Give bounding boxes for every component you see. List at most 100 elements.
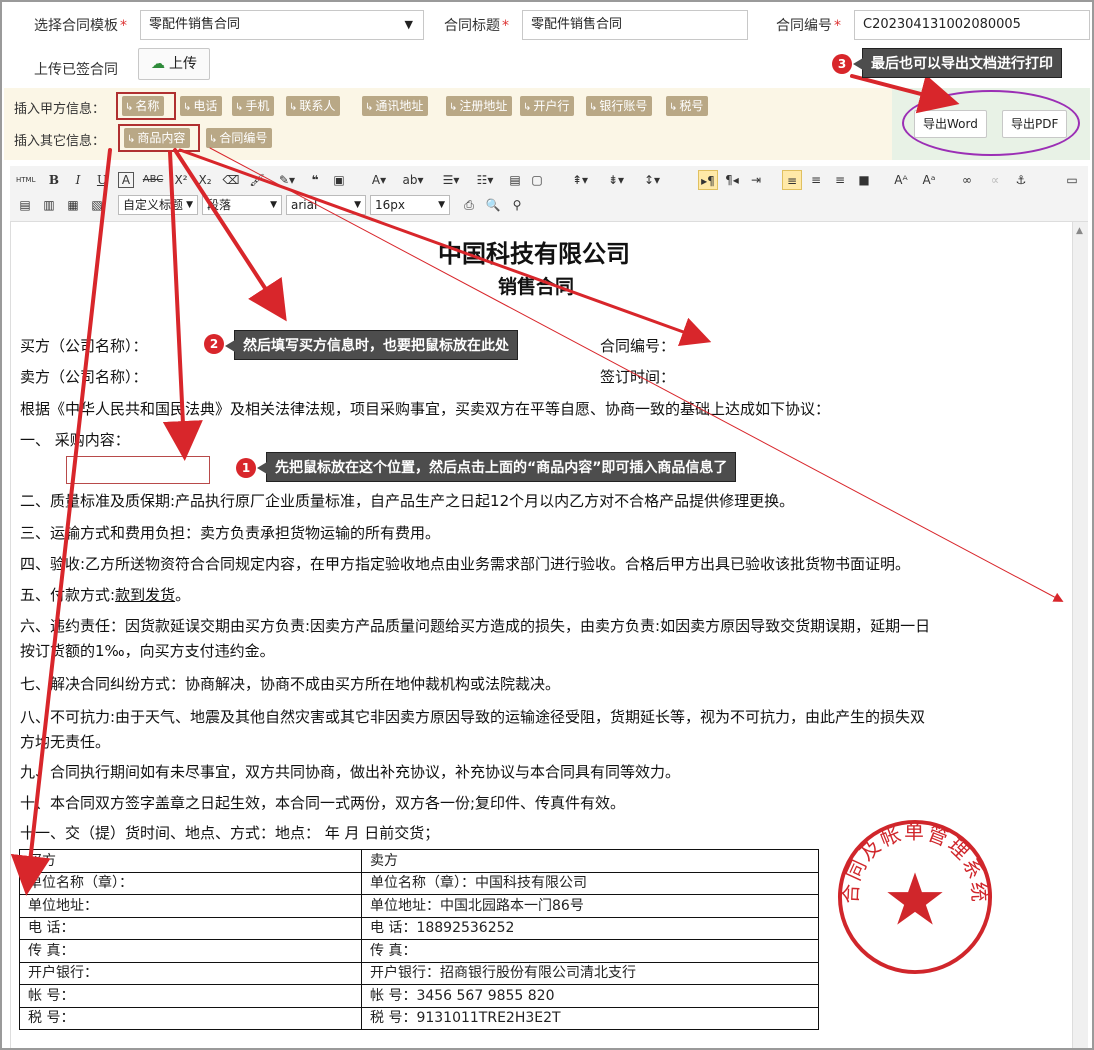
table-row: 传 真：传 真： (19, 939, 819, 963)
table-row: 开户银行： 开户银行：招商银行股份有限公司清北支行 (19, 961, 819, 985)
callout-1: 先把鼠标放在这个位置，然后点击上面的“商品内容”即可插入商品信息了 (256, 452, 737, 482)
bold-icon[interactable]: B (46, 170, 62, 190)
insert-other-tag-1[interactable]: ↳ 合同编号 (206, 128, 273, 148)
fullscreen-icon[interactable]: ▭ (1062, 170, 1082, 190)
editor-toolbar: HTML B I U A ABC X² X₂ ⌫ 🖌 ✎▾ ❝ ▣ A▾ ab▾… (10, 166, 1088, 222)
callout-3: 最后也可以导出文档进行打印 (853, 48, 1062, 78)
float-none-icon[interactable]: ▥ (40, 195, 58, 215)
clause-7: 七、解决合同纠纷方式：协商解决，协商不成由买方所在地仲裁机构或法院裁决。 (20, 675, 561, 693)
seller-cell: 卖方 (361, 849, 819, 873)
paragraph-spacing-bottom-icon[interactable]: ⇟▾ (602, 170, 630, 190)
tag-label: 合同编号 (219, 131, 268, 145)
clause-8-line-1: 八、不可抗力:由于天气、地震及其他自然灾害或其它非因卖方原因导致的运输途径受阻，… (20, 708, 926, 726)
font-color-icon[interactable]: A▾ (366, 170, 392, 190)
seller-label: 卖方（公司名称）： (20, 368, 148, 386)
rtl-icon[interactable]: ¶◂ (722, 170, 742, 190)
tag-label: 通讯地址 (375, 99, 424, 113)
format-painter-icon[interactable]: 🖌 (248, 170, 266, 190)
underline-icon[interactable]: U (94, 170, 110, 190)
goods-content-placeholder[interactable] (66, 456, 210, 484)
scrollbar[interactable]: ▲ (1072, 222, 1088, 1048)
link-icon[interactable]: ∞ (956, 170, 978, 190)
clause-9: 九、合同执行期间如有未尽事宜，双方共同协商，做出补充协议，补充协议与本合同具有同… (20, 763, 681, 781)
insert-party-a-tag-3[interactable]: ↳ 联系人 (286, 96, 341, 116)
table-row: 单位地址： 单位地址：中国北园路本一门86号 (19, 894, 819, 918)
auto-format-icon[interactable]: ✎▾ (274, 170, 300, 190)
preview-icon[interactable]: 🔍 (484, 195, 502, 215)
callout-2: 然后填写买方信息时，也要把鼠标放在此处 (225, 330, 518, 360)
contract-number-label: 合同编号： (600, 337, 676, 355)
print-icon[interactable]: ⎙ (460, 195, 478, 215)
table-row: 帐 号：帐 号：3456 567 9855 820 (19, 984, 819, 1008)
insert-party-a-tag-5[interactable]: ↳ 注册地址 (446, 96, 513, 116)
clause-4: 四、验收:乙方所送物资符合合同规定内容，在甲方指定验收地点由业务需求部门进行验收… (20, 555, 911, 573)
callout-1-badge: 1 (236, 458, 256, 478)
template-select[interactable]: 零配件销售合同 ▼ (140, 10, 424, 40)
insert-party-a-tag-6[interactable]: ↳ 开户行 (520, 96, 575, 116)
upload-button[interactable]: ☁ 上传 (138, 48, 210, 80)
insert-party-a-tag-7[interactable]: ↳ 银行账号 (586, 96, 653, 116)
ordered-list-icon[interactable]: ☰▾ (438, 170, 464, 190)
font-size-select[interactable]: 16px ▼ (370, 195, 450, 215)
align-right-icon[interactable]: ≡ (830, 170, 850, 190)
italic-icon[interactable]: I (70, 170, 86, 190)
indent-icon[interactable]: ⇥ (746, 170, 766, 190)
scroll-up-icon[interactable]: ▲ (1076, 226, 1083, 236)
chevron-down-icon: ▼ (404, 18, 413, 31)
align-center-icon[interactable]: ≡ (806, 170, 826, 190)
insert-party-a-tag-8[interactable]: ↳ 税号 (666, 96, 709, 116)
clause-3: 三、运输方式和费用负担：卖方负责承担货物运输的所有费用。 (20, 524, 441, 542)
seller-cell: 开户银行：招商银行股份有限公司清北支行 (361, 961, 819, 985)
find-replace-icon[interactable]: ⚲ (508, 195, 526, 215)
unordered-list-icon[interactable]: ☷▾ (472, 170, 498, 190)
clause-6-line-2: 按订货额的1‰，向买方支付违约金。 (20, 642, 275, 660)
paragraph-format-select[interactable]: 段落 ▼ (202, 195, 282, 215)
unlink-icon[interactable]: ∝ (984, 170, 1006, 190)
float-left-icon[interactable]: ▤ (16, 195, 34, 215)
title-input[interactable]: 零配件销售合同 (522, 10, 748, 40)
insert-arrow-icon: ↳ (209, 134, 218, 145)
subscript-icon[interactable]: X₂ (196, 170, 214, 190)
document-title: 销售合同 (498, 276, 575, 298)
uppercase-icon[interactable]: Aᴬ (890, 170, 912, 190)
select-all-icon[interactable]: ▤ (506, 170, 524, 190)
html-source-icon[interactable]: HTML (16, 170, 35, 190)
font-family-select[interactable]: arial ▼ (286, 195, 366, 215)
quote-icon[interactable]: ❝ (306, 170, 324, 190)
float-right-icon[interactable]: ▦ (64, 195, 82, 215)
custom-heading-select[interactable]: 自定义标题 ▼ (118, 195, 198, 215)
float-center-icon[interactable]: ▧ (88, 195, 106, 215)
paste-plain-icon[interactable]: ▣ (330, 170, 348, 190)
insert-party-a-tag-2[interactable]: ↳ 手机 (232, 96, 275, 116)
callout-2-badge: 2 (204, 334, 224, 354)
insert-party-a-tag-1[interactable]: ↳ 电话 (180, 96, 223, 116)
font-border-icon[interactable]: A (118, 172, 134, 188)
paragraph-spacing-top-icon[interactable]: ⇞▾ (566, 170, 594, 190)
highlight-color-icon[interactable]: ab▾ (398, 170, 428, 190)
seller-cell: 单位地址：中国北园路本一门86号 (361, 894, 819, 918)
clear-doc-icon[interactable]: ▢ (528, 170, 546, 190)
callout-3-badge: 3 (832, 54, 852, 74)
buyer-cell: 开户银行： (19, 961, 362, 985)
buyer-cell: 税 号： (19, 1006, 362, 1030)
line-height-icon[interactable]: ↕▾ (638, 170, 666, 190)
table-row: 单位名称（章）： 单位名称（章）：中国科技有限公司 (19, 871, 819, 895)
seller-cell: 帐 号：3456 567 9855 820 (361, 984, 819, 1008)
tag-label: 联系人 (299, 99, 336, 113)
strikethrough-icon[interactable]: ABC (142, 170, 164, 190)
eraser-icon[interactable]: ⌫ (222, 170, 240, 190)
other-info-label: 插入其它信息： (14, 134, 106, 149)
align-justify-icon[interactable]: ■ (854, 170, 874, 190)
align-left-icon[interactable]: ≡ (782, 170, 802, 190)
buyer-cell: 帐 号： (19, 984, 362, 1008)
insert-party-a-tag-4[interactable]: ↳ 通讯地址 (362, 96, 429, 116)
tag-label: 电话 (193, 99, 218, 113)
sign-time-label: 签订时间： (600, 368, 676, 386)
seller-cell: 税 号：9131011TRE2H3E2T (361, 1006, 819, 1030)
ltr-icon[interactable]: ▸¶ (698, 170, 718, 190)
contract-number-input[interactable]: C202304131002080005 (854, 10, 1090, 40)
anchor-icon[interactable]: ⚓ (1010, 170, 1032, 190)
highlight-goods-tag (118, 124, 200, 152)
superscript-icon[interactable]: X² (172, 170, 190, 190)
lowercase-icon[interactable]: Aᵃ (918, 170, 940, 190)
